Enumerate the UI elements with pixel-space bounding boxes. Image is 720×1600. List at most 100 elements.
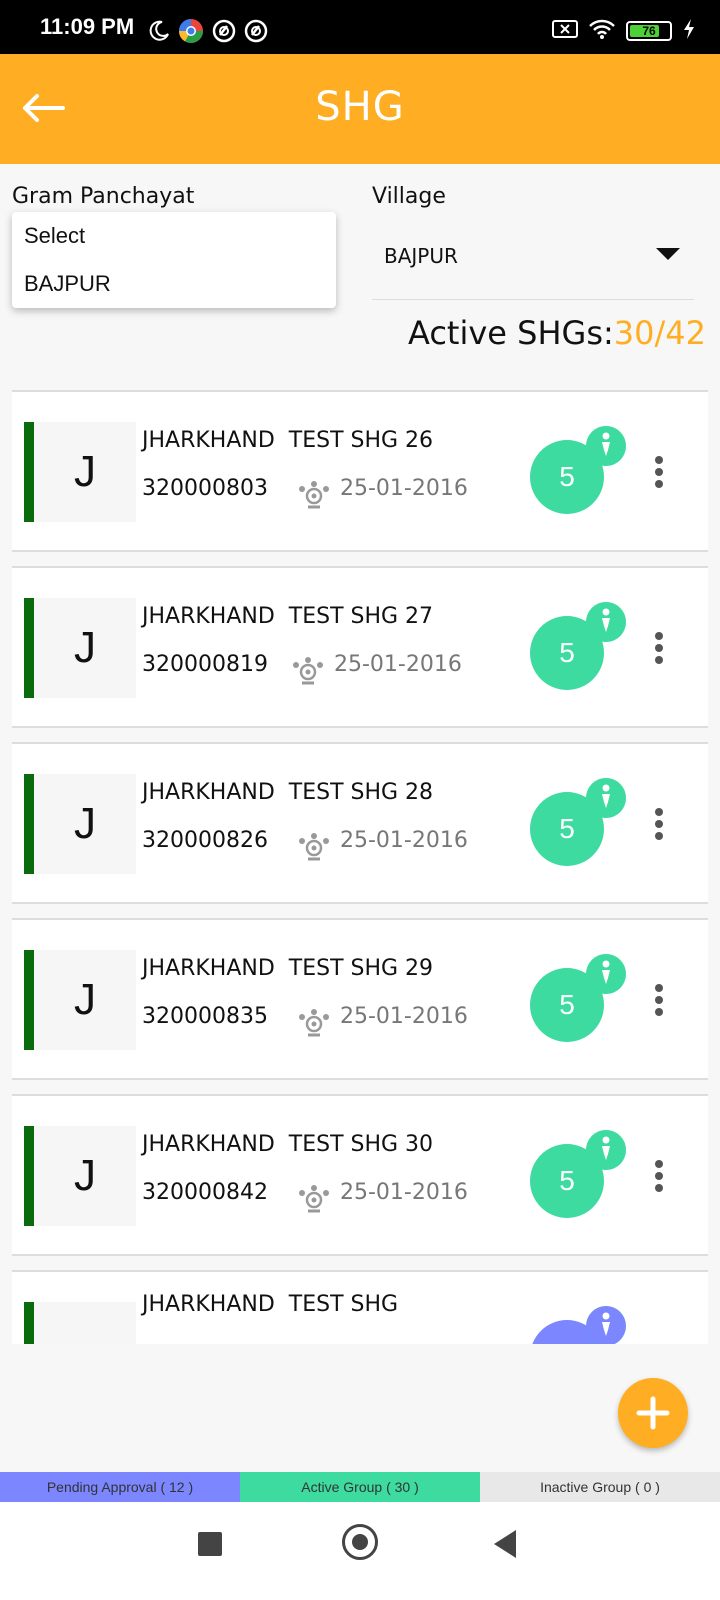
- tab-inactive-group[interactable]: Inactive Group ( 0 ): [480, 1472, 720, 1502]
- status-bar-indicator: [24, 598, 34, 698]
- info-icon[interactable]: [586, 954, 626, 994]
- sim-off-icon: [552, 19, 578, 43]
- shg-code: 320000842: [142, 1180, 268, 1205]
- gram-panchayat-dropdown[interactable]: Select BAJPUR: [12, 212, 336, 308]
- more-options-button[interactable]: [646, 1156, 672, 1196]
- shg-name: JHARKHAND TEST SHG: [142, 1292, 399, 1317]
- shg-list[interactable]: J JHARKHAND TEST SHG 26 320000803 25-01-…: [12, 390, 708, 1344]
- info-icon[interactable]: [586, 778, 626, 818]
- info-icon[interactable]: [586, 1130, 626, 1170]
- add-shg-button[interactable]: [618, 1378, 688, 1448]
- active-shgs-value: 30/42: [613, 314, 706, 352]
- battery-icon: 76: [626, 21, 672, 41]
- gram-panchayat-label: Gram Panchayat: [12, 184, 195, 209]
- dot: [655, 808, 663, 816]
- shg-card[interactable]: J JHARKHAND TEST SHG 29 320000835 25-01-…: [12, 918, 708, 1080]
- status-bar-indicator: [24, 950, 34, 1050]
- status-bar-indicator: [24, 1302, 34, 1344]
- tab-active-group[interactable]: Active Group ( 30 ): [240, 1472, 480, 1502]
- village-value: BAJPUR: [384, 244, 458, 268]
- wifi-icon: [588, 18, 616, 44]
- meeting-icon: [299, 1009, 329, 1037]
- avatar: J: [34, 422, 136, 522]
- dot: [655, 984, 663, 992]
- village-label: Village: [372, 184, 446, 209]
- village-select[interactable]: BAJPUR: [372, 230, 694, 300]
- shg-card[interactable]: J JHARKHAND TEST SHG 30 320000842 25-01-…: [12, 1094, 708, 1256]
- info-icon[interactable]: [586, 602, 626, 642]
- more-options-button[interactable]: [646, 628, 672, 668]
- dot: [655, 644, 663, 652]
- gram-panchayat-option[interactable]: BAJPUR: [12, 260, 336, 308]
- shg-name: JHARKHAND TEST SHG 28: [142, 780, 434, 805]
- home-icon-inner: [352, 1534, 368, 1550]
- dot: [655, 632, 663, 640]
- dot: [655, 456, 663, 464]
- gram-panchayat-option[interactable]: Select: [12, 212, 336, 260]
- info-icon[interactable]: [586, 426, 626, 466]
- active-shgs-count: Active SHGs:30/42: [408, 314, 706, 352]
- status-bar-indicator: [24, 422, 34, 522]
- group-status-tabs: Pending Approval ( 12 ) Active Group ( 3…: [0, 1472, 720, 1502]
- avatar: J: [34, 774, 136, 874]
- app-icon: [212, 19, 236, 47]
- status-right-icons: 76: [552, 18, 696, 44]
- filters-section: Gram Panchayat Select BAJPUR Village BAJ…: [0, 164, 720, 384]
- dot: [655, 1184, 663, 1192]
- shg-code: 320000835: [142, 1004, 268, 1029]
- dot: [655, 820, 663, 828]
- avatar: J: [34, 598, 136, 698]
- meeting-icon: [293, 657, 323, 685]
- status-left-icons: [148, 18, 268, 48]
- dot: [655, 832, 663, 840]
- meeting-icon: [299, 833, 329, 861]
- page-title: SHG: [315, 84, 405, 130]
- dot: [655, 1008, 663, 1016]
- shg-name: JHARKHAND TEST SHG 29: [142, 956, 434, 981]
- dot: [655, 996, 663, 1004]
- shg-card[interactable]: J JHARKHAND TEST SHG 28 320000826 25-01-…: [12, 742, 708, 904]
- shg-date: 25-01-2016: [340, 1180, 468, 1205]
- more-options-button[interactable]: [646, 804, 672, 844]
- shg-date: 25-01-2016: [334, 652, 462, 677]
- moon-icon: [148, 20, 170, 46]
- status-bar-indicator: [24, 1126, 34, 1226]
- dot: [655, 480, 663, 488]
- status-bar-indicator: [24, 774, 34, 874]
- plus-icon: [636, 1396, 670, 1430]
- shg-date: 25-01-2016: [340, 1004, 468, 1029]
- avatar: J: [34, 1126, 136, 1226]
- back-icon[interactable]: [494, 1530, 516, 1558]
- app-bar: SHG: [0, 54, 720, 164]
- meeting-icon: [299, 481, 329, 509]
- dot: [655, 656, 663, 664]
- charging-icon: [682, 18, 696, 44]
- shg-card[interactable]: J JHARKHAND TEST SHG 26 320000803 25-01-…: [12, 390, 708, 552]
- avatar: [34, 1302, 136, 1344]
- app-icon: [244, 19, 268, 47]
- meeting-icon: [299, 1185, 329, 1213]
- battery-text: 76: [642, 24, 656, 38]
- shg-card[interactable]: JHARKHAND TEST SHG: [12, 1270, 708, 1344]
- shg-code: 320000803: [142, 476, 268, 501]
- shg-name: JHARKHAND TEST SHG 27: [142, 604, 434, 629]
- status-bar: 11:09 PM 76: [0, 0, 720, 54]
- shg-date: 25-01-2016: [340, 476, 468, 501]
- shg-card[interactable]: J JHARKHAND TEST SHG 27 320000819 25-01-…: [12, 566, 708, 728]
- recent-apps-icon[interactable]: [198, 1532, 222, 1556]
- tab-pending-approval[interactable]: Pending Approval ( 12 ): [0, 1472, 240, 1502]
- more-options-button[interactable]: [646, 980, 672, 1020]
- status-time: 11:09 PM: [40, 14, 135, 39]
- shg-code: 320000826: [142, 828, 268, 853]
- home-icon[interactable]: [342, 1524, 378, 1560]
- dot: [655, 1160, 663, 1168]
- avatar: J: [34, 950, 136, 1050]
- system-nav-bar: [0, 1502, 720, 1600]
- more-options-button[interactable]: [646, 452, 672, 492]
- shg-code: 320000819: [142, 652, 268, 677]
- shg-name: JHARKHAND TEST SHG 30: [142, 1132, 434, 1157]
- active-shgs-label: Active SHGs:: [408, 314, 614, 352]
- dropdown-arrow-icon: [656, 248, 680, 260]
- shg-date: 25-01-2016: [340, 828, 468, 853]
- info-icon[interactable]: [586, 1306, 626, 1344]
